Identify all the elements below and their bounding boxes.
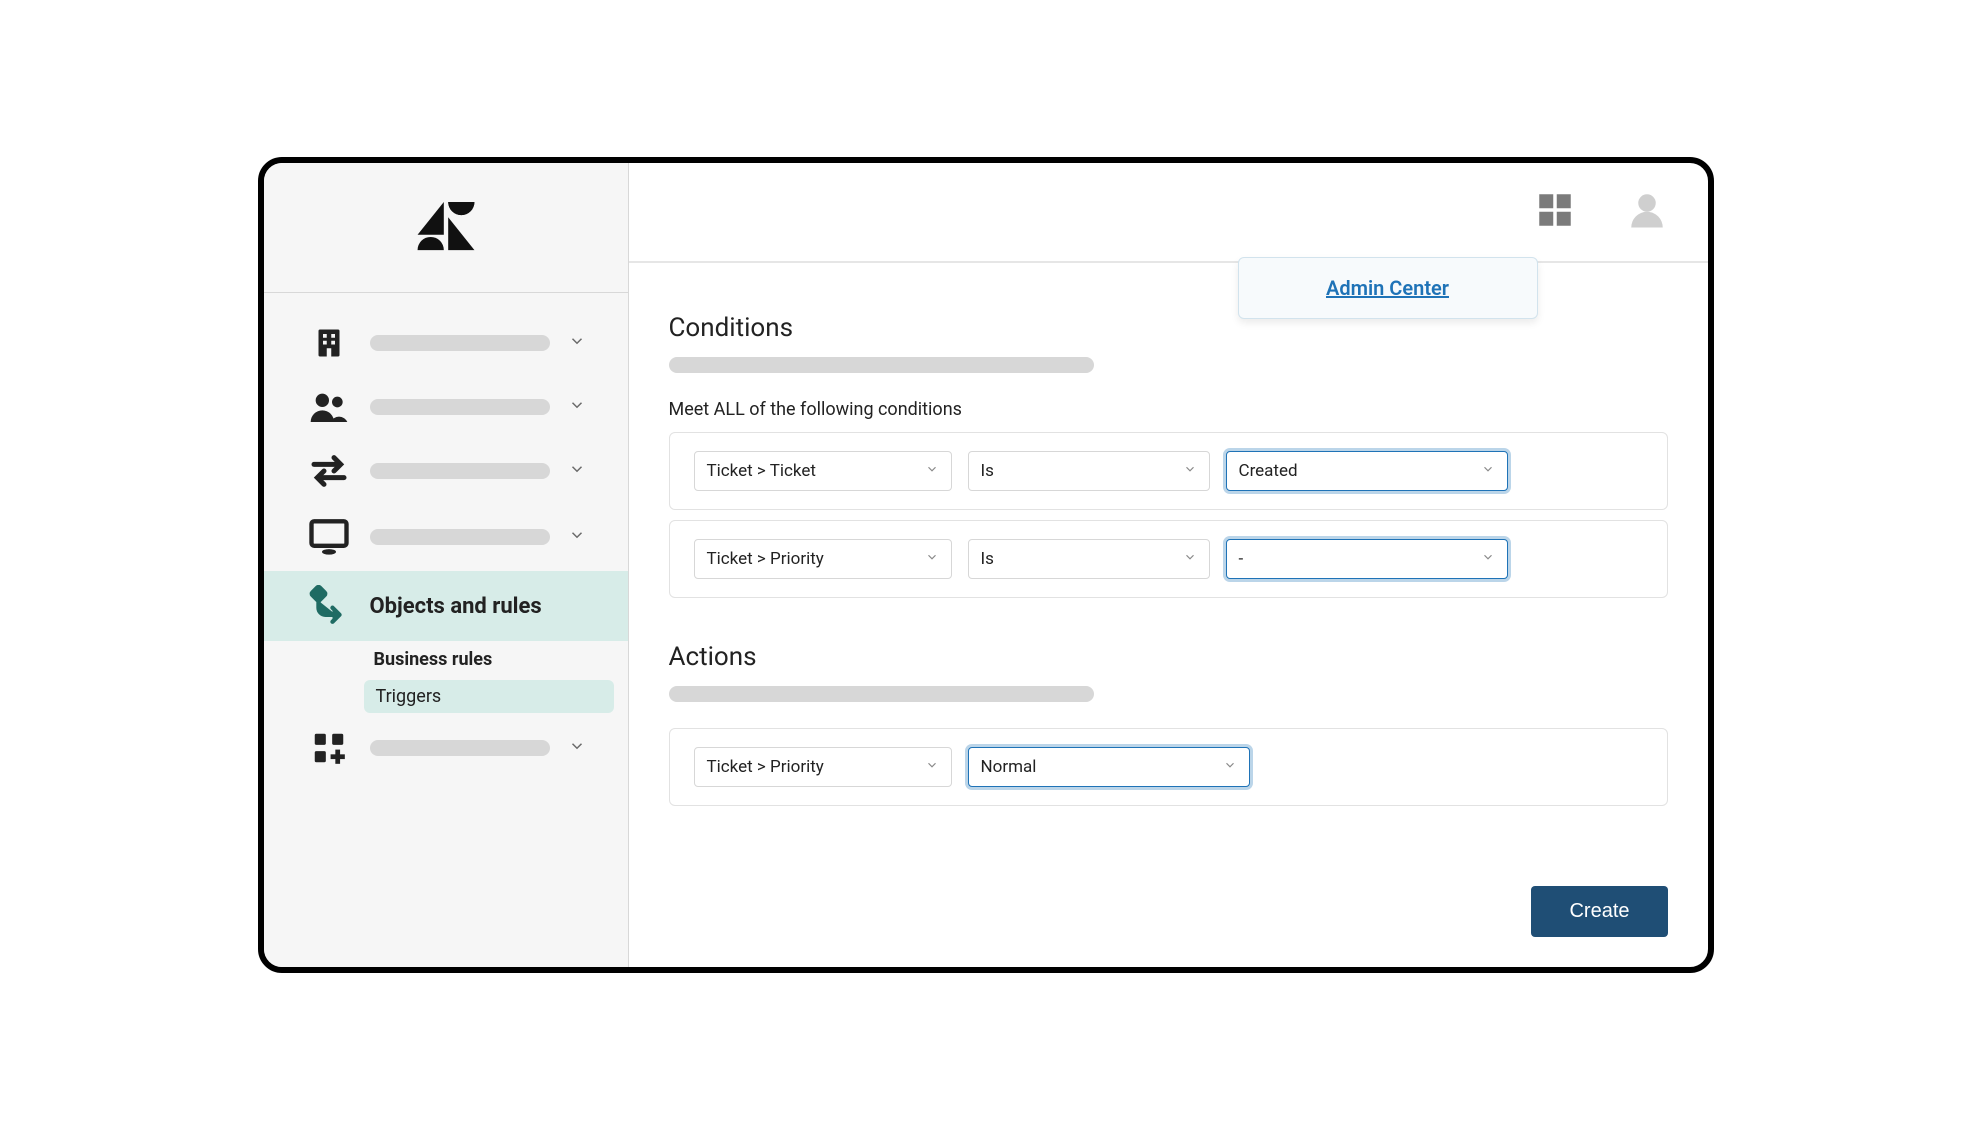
chevron-down-icon bbox=[1481, 549, 1495, 569]
admin-center-link[interactable]: Admin Center bbox=[1326, 276, 1449, 300]
select-value: Is bbox=[981, 549, 994, 569]
chevron-down-icon bbox=[1183, 549, 1197, 569]
chevron-down-icon bbox=[568, 460, 588, 482]
select-value: Is bbox=[981, 461, 994, 481]
condition-value-select[interactable]: - bbox=[1226, 539, 1508, 579]
chevron-down-icon bbox=[568, 332, 588, 354]
chevron-down-icon bbox=[1183, 461, 1197, 481]
chevron-down-icon bbox=[1223, 757, 1237, 777]
topbar bbox=[629, 163, 1708, 263]
main: Admin Center Conditions Meet ALL of the … bbox=[629, 163, 1708, 967]
conditions-description-placeholder bbox=[669, 357, 1094, 373]
action-field-select[interactable]: Ticket > Priority bbox=[694, 747, 952, 787]
nav: Objects and rules Business rules Trigger… bbox=[264, 293, 628, 781]
condition-operator-select[interactable]: Is bbox=[968, 451, 1210, 491]
sidebar-item-label: Objects and rules bbox=[370, 594, 608, 619]
chevron-down-icon bbox=[1481, 461, 1495, 481]
chevron-down-icon bbox=[568, 737, 588, 759]
sidebar-placeholder bbox=[370, 740, 550, 756]
sidebar-item-objects-rules[interactable]: Objects and rules bbox=[264, 571, 628, 641]
monitor-icon bbox=[306, 517, 352, 557]
app-window: Objects and rules Business rules Trigger… bbox=[258, 157, 1714, 973]
chevron-down-icon bbox=[568, 526, 588, 548]
sidebar-placeholder bbox=[370, 463, 550, 479]
sidebar: Objects and rules Business rules Trigger… bbox=[264, 163, 629, 967]
logo-area bbox=[264, 163, 628, 293]
condition-row: Ticket > Ticket Is Created bbox=[669, 432, 1668, 510]
chevron-down-icon bbox=[925, 757, 939, 777]
create-button[interactable]: Create bbox=[1531, 886, 1667, 937]
condition-value-select[interactable]: Created bbox=[1226, 451, 1508, 491]
sidebar-item-workspaces[interactable] bbox=[264, 503, 628, 571]
select-value: Ticket > Priority bbox=[707, 549, 824, 569]
building-icon bbox=[306, 325, 352, 361]
admin-center-popover: Admin Center bbox=[1238, 257, 1538, 319]
chevron-down-icon bbox=[925, 461, 939, 481]
conditions-all-label: Meet ALL of the following conditions bbox=[669, 399, 1668, 420]
condition-field-select[interactable]: Ticket > Priority bbox=[694, 539, 952, 579]
condition-row: Ticket > Priority Is - bbox=[669, 520, 1668, 598]
sidebar-item-people[interactable] bbox=[264, 375, 628, 439]
apps-grid-icon[interactable] bbox=[1534, 189, 1576, 235]
people-icon bbox=[306, 389, 352, 425]
sidebar-placeholder bbox=[370, 399, 550, 415]
actions-description-placeholder bbox=[669, 686, 1094, 702]
user-avatar-icon[interactable] bbox=[1626, 189, 1668, 235]
apps-add-icon bbox=[306, 729, 352, 767]
subnav-triggers[interactable]: Triggers bbox=[364, 680, 614, 713]
select-value: Normal bbox=[981, 757, 1037, 777]
sidebar-item-apps[interactable] bbox=[264, 715, 628, 781]
chevron-down-icon bbox=[568, 396, 588, 418]
footer: Create bbox=[629, 866, 1708, 967]
sidebar-item-channels[interactable] bbox=[264, 439, 628, 503]
actions-title: Actions bbox=[669, 642, 1668, 672]
condition-operator-select[interactable]: Is bbox=[968, 539, 1210, 579]
subnav-business-rules[interactable]: Business rules bbox=[264, 641, 628, 678]
sidebar-item-account[interactable] bbox=[264, 311, 628, 375]
sidebar-placeholder bbox=[370, 529, 550, 545]
action-row: Ticket > Priority Normal bbox=[669, 728, 1668, 806]
select-value: Ticket > Ticket bbox=[707, 461, 816, 481]
action-value-select[interactable]: Normal bbox=[968, 747, 1250, 787]
workflow-icon bbox=[306, 585, 352, 627]
transfer-arrows-icon bbox=[306, 453, 352, 489]
subnav: Business rules Triggers bbox=[264, 641, 628, 713]
select-value: - bbox=[1239, 549, 1244, 569]
condition-field-select[interactable]: Ticket > Ticket bbox=[694, 451, 952, 491]
content: Conditions Meet ALL of the following con… bbox=[629, 263, 1708, 866]
zendesk-logo-icon bbox=[411, 191, 481, 265]
select-value: Created bbox=[1239, 461, 1298, 481]
sidebar-placeholder bbox=[370, 335, 550, 351]
chevron-down-icon bbox=[925, 549, 939, 569]
select-value: Ticket > Priority bbox=[707, 757, 824, 777]
